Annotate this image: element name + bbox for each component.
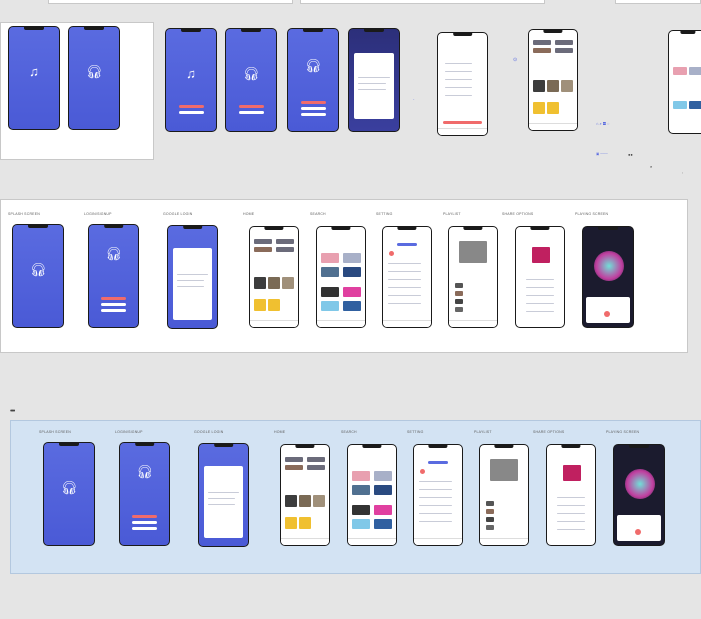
phone-google-login[interactable] [348,28,400,132]
music-note-icon: ♫ [29,64,39,79]
phone-playing-r3[interactable] [613,444,665,546]
headphones-icon: 🎧︎ [85,64,103,79]
phone-login-a[interactable]: ♫ [165,28,217,132]
phone-splash-a[interactable]: ♫ [8,26,60,130]
row2-label-2: LOGIN/SIGNUP [84,212,112,216]
phone-google-r3[interactable] [198,443,249,547]
top-frame-3 [615,0,701,4]
phone-playlist-r2[interactable] [448,226,498,328]
phone-splash-b[interactable]: 🎧︎ [68,26,120,130]
phone-setting-r2[interactable] [382,226,432,328]
phone-home-r3[interactable] [280,444,330,546]
row3-label-5: SEARCH [341,430,357,434]
phone-login-c[interactable]: 🎧︎ [287,28,339,132]
phone-playlist-r3[interactable] [479,444,529,546]
row2-label-1: SPLASH SCREEN [8,212,40,216]
row2-label-8: SHARE OPTIONS [502,212,534,216]
headphones-icon: 🎧︎ [29,262,47,277]
phone-splash-r2[interactable]: 🎧︎ [12,224,64,328]
row3-label-1: SPLASH SCREEN [39,430,71,434]
row2-label-9: PLAYING SCREEN [575,212,609,216]
top-frame-1 [48,0,293,4]
row2-label-4: HOME [243,212,255,216]
top-frame-2 [300,0,545,4]
row3-label-4: HOME [274,430,286,434]
phone-share-r2[interactable] [515,226,565,328]
row3-label-7: PLAYLIST [474,430,492,434]
headphones-icon: 🎧︎ [242,66,260,81]
row3-label-3: GOOGLE LOGIN [194,430,224,434]
row3-label-2: LOGIN/SIGNUP [115,430,143,434]
row1-mark: , [682,169,684,174]
row2-label-7: PLAYLIST [443,212,461,216]
headphones-icon: 🎧︎ [60,480,78,495]
phone-share-r3[interactable] [546,444,596,546]
connector-icon: ⊙ [513,57,518,63]
phone-playing-r2[interactable] [582,226,634,328]
phone-splash-r3[interactable]: 🎧︎ [43,442,95,546]
row2-label-6: SETTING [376,212,393,216]
phone-menu[interactable] [437,32,488,136]
headphones-icon: 🎧︎ [136,464,153,479]
row3-label-8: SHARE OPTIONS [533,430,565,434]
row1-ellipsis: ●● [628,152,633,157]
headphones-icon: 🎧︎ [105,246,122,261]
search-icon[interactable]: ⌕ [650,164,652,169]
more-horizontal-icon[interactable]: ••• [10,408,15,415]
row3-label-9: PLAYING SCREEN [606,430,640,434]
row1-link: ▣ ─── [596,152,608,156]
phone-google-r2[interactable] [167,225,218,329]
phone-login-r3[interactable]: 🎧︎ [119,442,170,546]
row3-label-6: SETTING [407,430,424,434]
phone-search-r1[interactable] [668,30,701,134]
connector-dot-1: · [413,97,415,103]
phone-login-r2[interactable]: 🎧︎ [88,224,139,328]
row2-label-5: SEARCH [310,212,326,216]
music-note-icon: ♫ [186,66,196,81]
row2-label-3: GOOGLE LOGIN [163,212,193,216]
row1-nav-icons: ⌂ ⌕ ▦ ◌ [596,121,610,126]
phone-login-b[interactable]: 🎧︎ [225,28,277,132]
phone-home-r2[interactable] [249,226,299,328]
headphones-icon: 🎧︎ [304,58,322,73]
phone-search-r3[interactable] [347,444,397,546]
phone-search-r2[interactable] [316,226,366,328]
phone-setting-r3[interactable] [413,444,463,546]
phone-home-r1[interactable] [528,29,578,131]
